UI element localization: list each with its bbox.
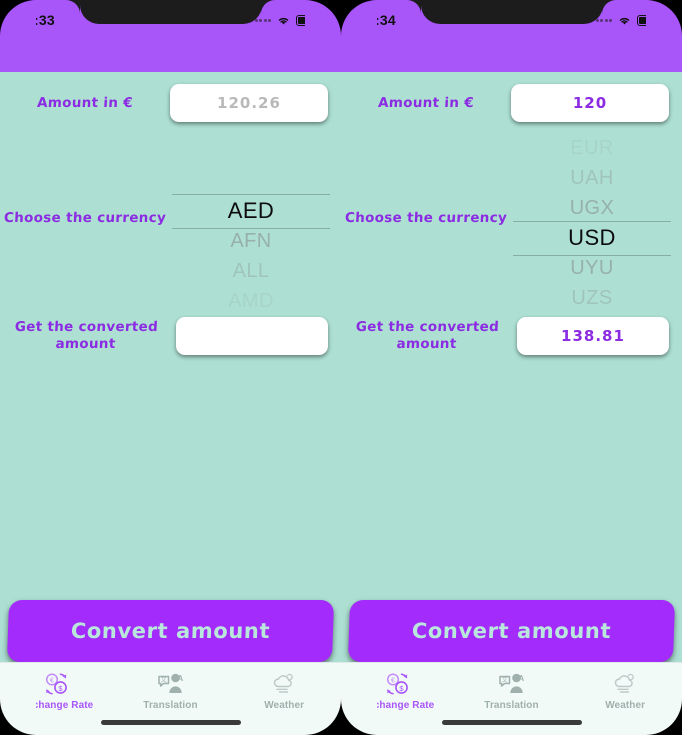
currency-picker-wheel[interactable]: AED AFN ALL AMD — [168, 172, 334, 322]
battery-icon — [637, 14, 663, 26]
amount-label: Amount in € — [36, 94, 134, 111]
status-clock: 4:34 — [367, 12, 396, 28]
picker-option[interactable]: UGX — [509, 193, 675, 223]
convert-button[interactable]: Convert amount — [347, 600, 676, 662]
weather-cloud-icon — [614, 673, 634, 693]
screen-content: Amount in € 120 Choose the currency EUR … — [341, 72, 682, 735]
tab-label: Translation — [484, 700, 539, 711]
tab-label: Exchange Rate — [361, 700, 435, 711]
svg-text:文: 文 — [160, 676, 166, 684]
amount-input[interactable]: 120.26 — [170, 84, 328, 122]
status-indicators — [595, 14, 663, 26]
result-label: Get the converted amount — [14, 319, 159, 352]
currency-picker-wheel[interactable]: EUR UAH UGX USD UYU UZS — [509, 127, 675, 319]
amount-row: Amount in € 120 — [341, 82, 682, 124]
home-indicator[interactable] — [441, 720, 582, 725]
tab-label: Translation — [143, 700, 198, 711]
amount-row: Amount in € 120.26 — [0, 82, 341, 124]
currency-exchange-icon: € $ — [386, 673, 408, 695]
picker-option[interactable]: UYU — [509, 253, 675, 283]
result-output[interactable] — [176, 317, 328, 355]
right-phone-screen: 4:34 Amount in € 120 Choose the currency… — [341, 0, 682, 735]
result-output[interactable]: 138.81 — [517, 317, 669, 355]
tab-exchange-rate[interactable]: € $ Exchange Rate — [341, 663, 455, 735]
amount-label: Amount in € — [377, 94, 475, 111]
picker-option[interactable]: AFN — [168, 226, 334, 256]
status-bar: 4:34 — [341, 0, 682, 34]
currency-label: Choose the currency — [3, 209, 167, 226]
svg-text:$: $ — [58, 684, 63, 693]
picker-selection-line-bottom — [172, 228, 330, 229]
tab-label: Weather — [605, 700, 646, 711]
svg-text:A: A — [177, 674, 183, 683]
currency-label: Choose the currency — [344, 209, 508, 226]
picker-selection-line-top — [513, 221, 671, 222]
wifi-icon — [619, 17, 630, 25]
picker-selection-line-bottom — [513, 255, 671, 256]
screen-content: Amount in € 120.26 Choose the currency A… — [0, 72, 341, 735]
convert-button[interactable]: Convert amount — [6, 600, 335, 662]
picker-option[interactable]: UAH — [509, 163, 675, 193]
tab-label: Exchange Rate — [20, 700, 94, 711]
signal-dots-icon — [595, 18, 612, 22]
svg-text:$: $ — [399, 684, 404, 693]
result-label: Get the converted amount — [355, 319, 500, 352]
result-row: Get the converted amount 138.81 — [341, 312, 682, 360]
battery-icon — [296, 14, 322, 26]
left-phone-screen: 4:33 Amount in € 120.26 Choose the curre… — [0, 0, 341, 735]
amount-input[interactable]: 120 — [511, 84, 669, 122]
currency-exchange-icon: € $ — [45, 673, 67, 695]
svg-text:€: € — [391, 678, 395, 685]
picker-option[interactable]: ALL — [168, 256, 334, 286]
tab-weather[interactable]: Weather — [227, 663, 341, 735]
dual-screenshot-stage: 4:33 Amount in € 120.26 Choose the curre… — [0, 0, 682, 735]
tab-exchange-rate[interactable]: € $ Exchange Rate — [0, 663, 114, 735]
tab-weather[interactable]: Weather — [568, 663, 682, 735]
picker-option-selected[interactable]: USD — [509, 223, 675, 253]
svg-text:€: € — [50, 678, 54, 685]
status-bar: 4:33 — [0, 0, 341, 34]
picker-option[interactable]: UZS — [509, 283, 675, 313]
home-indicator[interactable] — [100, 720, 241, 725]
tab-label: Weather — [264, 700, 305, 711]
picker-option-selected[interactable]: AED — [168, 196, 334, 226]
weather-cloud-icon — [273, 673, 293, 693]
svg-text:文: 文 — [501, 676, 507, 684]
picker-selection-line-top — [172, 194, 330, 195]
signal-dots-icon — [254, 18, 271, 22]
svg-text:A: A — [518, 674, 524, 683]
status-clock: 4:33 — [26, 12, 55, 28]
translation-icon: 文 A — [498, 673, 524, 693]
picker-option[interactable]: EUR — [509, 133, 675, 163]
result-row: Get the converted amount — [0, 312, 341, 360]
translation-icon: 文 A — [157, 673, 183, 693]
wifi-icon — [278, 17, 289, 25]
status-indicators — [254, 14, 322, 26]
